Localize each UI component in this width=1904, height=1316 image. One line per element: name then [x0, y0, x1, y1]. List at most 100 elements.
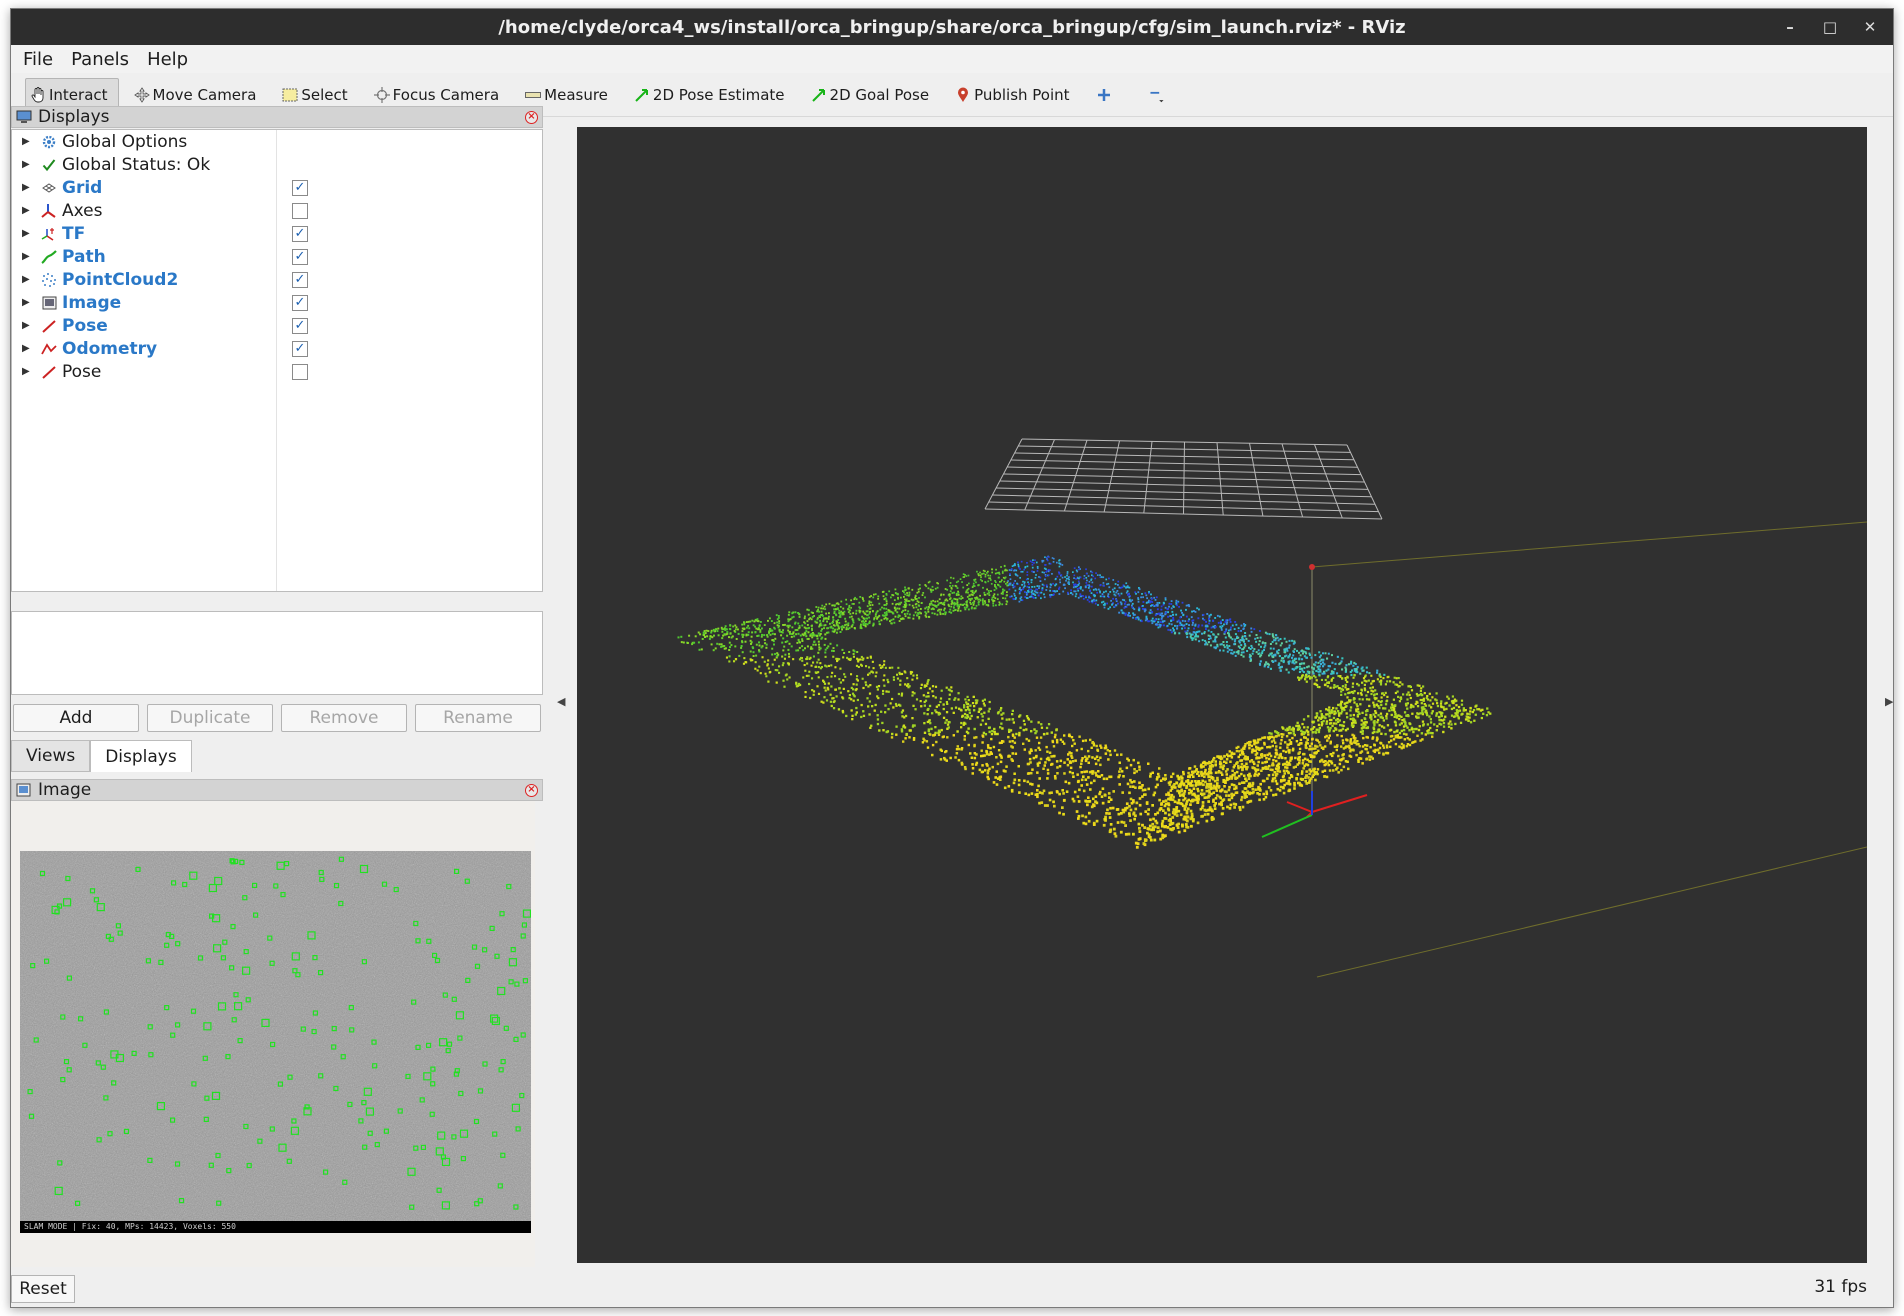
cloud-point — [1304, 779, 1307, 783]
cloud-point — [1365, 698, 1369, 701]
menu-panels[interactable]: Panels — [69, 49, 131, 70]
cloud-point — [1435, 714, 1438, 717]
display-enabled-checkbox[interactable]: ✓ — [292, 317, 308, 334]
display-enabled-checkbox[interactable]: ✓ — [292, 271, 308, 288]
tool-2d-pose-estimate[interactable]: 2D Pose Estimate — [629, 78, 796, 112]
cloud-point — [1048, 556, 1050, 558]
tool-publish-point[interactable]: Publish Point — [950, 78, 1080, 112]
cloud-point — [1259, 655, 1262, 658]
cloud-point — [1297, 724, 1301, 727]
displays-panel-close-icon[interactable]: × — [525, 111, 538, 124]
cloud-point — [1366, 736, 1369, 739]
cloud-point — [1292, 642, 1295, 645]
cloud-point — [1382, 753, 1385, 756]
remove-display-button[interactable]: Remove — [281, 704, 407, 732]
display-enabled-checkbox[interactable]: ✓ — [292, 294, 308, 311]
cloud-point — [1062, 590, 1065, 593]
display-item-pose[interactable]: ▶ Pose ✓ — [12, 314, 542, 337]
tool-2d-goal-pose[interactable]: 2D Goal Pose — [806, 78, 941, 112]
cloud-point — [825, 617, 827, 620]
cloud-point — [1291, 736, 1294, 740]
cloud-point — [831, 604, 834, 607]
expand-arrow-icon[interactable]: ▶ — [22, 274, 30, 285]
cloud-point — [710, 629, 713, 632]
image-panel-close-icon[interactable]: × — [525, 784, 538, 797]
cloud-point — [873, 709, 876, 712]
cloud-point — [1250, 759, 1254, 762]
cloud-point — [1172, 784, 1175, 788]
add-display-button[interactable]: Add — [13, 704, 139, 732]
tab-displays[interactable]: Displays — [90, 740, 192, 772]
expand-arrow-icon[interactable]: ▶ — [22, 366, 30, 377]
display-item-pointcloud2[interactable]: ▶ PointCloud2 ✓ — [12, 268, 542, 291]
cloud-point — [979, 574, 982, 577]
cloud-point — [988, 700, 991, 704]
display-item-global-status[interactable]: ▶ Global Status: Ok — [12, 153, 542, 176]
display-enabled-checkbox[interactable]: ✓ — [292, 225, 308, 242]
cloud-point — [1392, 698, 1395, 701]
display-item-tf[interactable]: ▶ TF ✓ — [12, 222, 542, 245]
display-enabled-checkbox[interactable]: ✓ — [292, 179, 308, 196]
cloud-point — [1225, 758, 1229, 761]
rename-display-button[interactable]: Rename — [415, 704, 541, 732]
close-button[interactable]: ✕ — [1861, 18, 1879, 36]
display-enabled-checkbox[interactable] — [292, 202, 308, 219]
cloud-point — [1179, 616, 1182, 619]
expand-arrow-icon[interactable]: ▶ — [22, 320, 30, 331]
display-enabled-checkbox[interactable]: ✓ — [292, 248, 308, 265]
cloud-point — [908, 603, 911, 606]
cloud-point — [1275, 759, 1278, 763]
display-item-grid[interactable]: ▶ Grid ✓ — [12, 176, 542, 199]
cloud-point — [787, 618, 790, 621]
display-enabled-checkbox[interactable]: ✓ — [292, 340, 308, 357]
cloud-point — [919, 608, 922, 610]
cloud-point — [839, 614, 842, 616]
cloud-point — [1255, 634, 1258, 636]
display-enabled-checkbox[interactable] — [292, 363, 308, 380]
cloud-point — [1278, 655, 1281, 658]
expand-arrow-icon[interactable]: ▶ — [22, 182, 30, 193]
cloud-point — [1130, 801, 1134, 805]
duplicate-display-button[interactable]: Duplicate — [147, 704, 273, 732]
expand-arrow-icon[interactable]: ▶ — [22, 251, 30, 262]
display-item-image[interactable]: ▶ Image ✓ — [12, 291, 542, 314]
expand-arrow-icon[interactable]: ▶ — [22, 297, 30, 308]
cloud-point — [914, 611, 917, 614]
cloud-point — [923, 712, 926, 715]
minimize-button[interactable]: – — [1781, 18, 1799, 36]
cloud-point — [770, 620, 773, 622]
tab-views[interactable]: Views — [11, 740, 91, 772]
reset-button[interactable]: Reset — [11, 1275, 75, 1303]
cloud-point — [1289, 653, 1291, 656]
display-item-axes[interactable]: ▶ Axes — [12, 199, 542, 222]
menu-file[interactable]: File — [21, 49, 55, 70]
cloud-point — [1176, 620, 1179, 623]
add-tool-button[interactable] — [1091, 78, 1126, 112]
cloud-point — [801, 624, 804, 627]
display-item-path[interactable]: ▶ Path ✓ — [12, 245, 542, 268]
maximize-button[interactable]: □ — [1821, 18, 1839, 36]
remove-tool-button[interactable] — [1144, 78, 1179, 112]
menu-help[interactable]: Help — [145, 49, 190, 70]
cloud-point — [1402, 728, 1406, 732]
display-item-odometry[interactable]: ▶ Odometry ✓ — [12, 337, 542, 360]
display-item-global-options[interactable]: ▶ Global Options — [12, 130, 542, 153]
cloud-point — [1316, 772, 1319, 776]
3d-render-viewport[interactable] — [577, 127, 1868, 1263]
cloud-point — [1254, 637, 1257, 640]
expand-arrow-icon[interactable]: ▶ — [22, 228, 30, 239]
expand-arrow-icon[interactable]: ▶ — [22, 343, 30, 354]
cloud-point — [1293, 651, 1295, 653]
cloud-point — [962, 586, 965, 589]
expand-arrow-icon[interactable]: ▶ — [22, 159, 30, 170]
cloud-point — [1224, 636, 1227, 639]
cloud-point — [1393, 707, 1396, 710]
cloud-point — [819, 632, 822, 635]
expand-arrow-icon[interactable]: ▶ — [22, 205, 30, 216]
expand-arrow-icon[interactable]: ▶ — [22, 136, 30, 147]
cloud-point — [852, 699, 855, 702]
cloud-point — [1313, 726, 1316, 729]
collapse-left-dock-icon[interactable]: ◀ — [557, 695, 565, 708]
collapse-right-dock-icon[interactable]: ▶ — [1885, 695, 1893, 708]
display-item-pose-2[interactable]: ▶ Pose — [12, 360, 542, 383]
